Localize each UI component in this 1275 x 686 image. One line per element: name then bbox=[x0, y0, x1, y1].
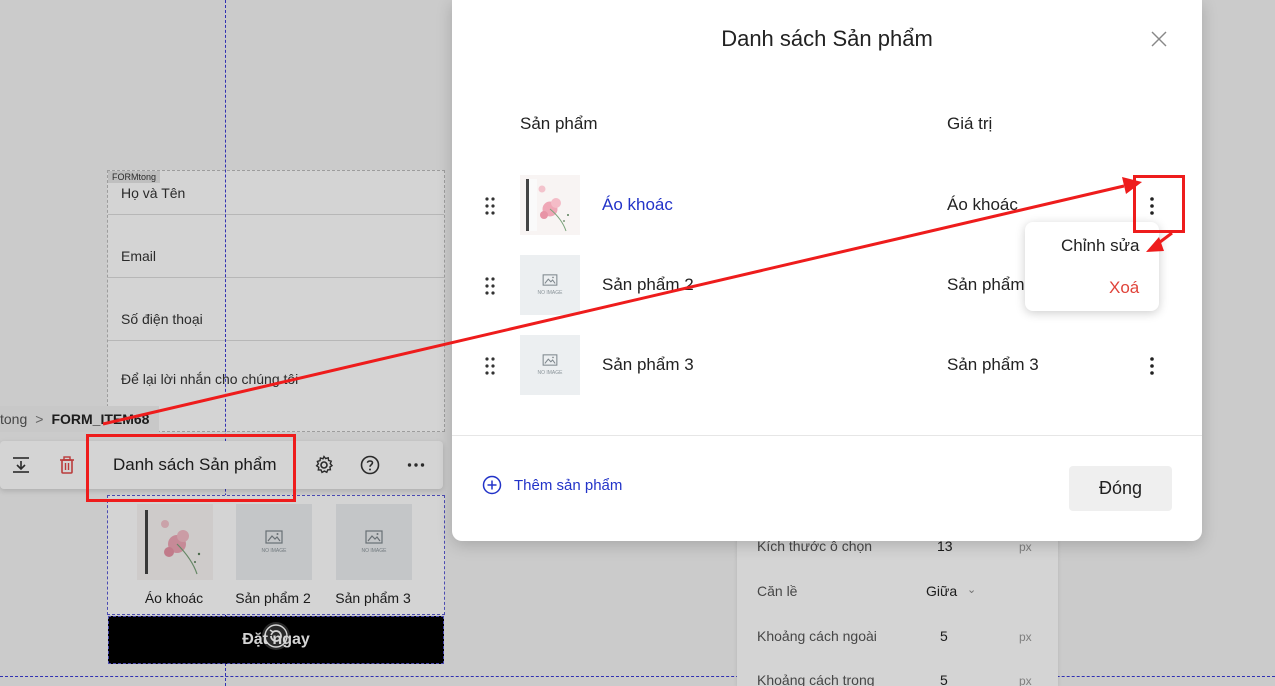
column-header-value: Giá trị bbox=[947, 114, 993, 133]
no-image-placeholder-icon: NO IMAGE bbox=[520, 255, 580, 315]
product-name[interactable]: Sản phẩm 3 bbox=[602, 355, 694, 375]
no-image-placeholder-icon: NO IMAGE bbox=[520, 335, 580, 395]
row-action-menu: Chỉnh sửa Xoá bbox=[1025, 222, 1159, 311]
product-name-link[interactable]: Áo khoác bbox=[602, 195, 673, 215]
drag-handle-icon[interactable] bbox=[484, 356, 498, 376]
plus-circle-icon bbox=[482, 475, 502, 495]
annotation-highlight-box bbox=[86, 434, 296, 502]
column-header-product: Sản phẩm bbox=[520, 114, 598, 133]
product-name[interactable]: Sản phẩm 2 bbox=[602, 275, 694, 295]
menu-item-delete[interactable]: Xoá bbox=[1025, 268, 1159, 308]
add-product-button[interactable]: Thêm sản phẩm bbox=[482, 475, 622, 495]
no-image-text: NO IMAGE bbox=[537, 370, 563, 376]
no-image-text: NO IMAGE bbox=[537, 290, 563, 296]
product-value: Áo khoác bbox=[947, 195, 1018, 214]
menu-item-delete-label: Xoá bbox=[1109, 278, 1140, 297]
close-button[interactable]: Đóng bbox=[1069, 466, 1172, 511]
close-icon[interactable] bbox=[1149, 29, 1169, 49]
menu-item-edit-label: Chỉnh sửa bbox=[1061, 236, 1140, 255]
floral-product-image bbox=[520, 175, 580, 235]
product-value: Sản phẩm 3 bbox=[947, 355, 1039, 374]
annotation-highlight-box bbox=[1133, 175, 1185, 233]
modal-title: Danh sách Sản phẩm bbox=[721, 26, 933, 51]
drag-handle-icon[interactable] bbox=[484, 276, 498, 296]
modal-footer-divider bbox=[452, 435, 1202, 436]
product-row: NO IMAGE Sản phẩm 3 Sản phẩm 3 bbox=[452, 335, 1202, 397]
add-product-label: Thêm sản phẩm bbox=[514, 476, 623, 494]
drag-handle-icon[interactable] bbox=[484, 196, 498, 216]
more-vertical-icon[interactable] bbox=[1142, 354, 1162, 378]
